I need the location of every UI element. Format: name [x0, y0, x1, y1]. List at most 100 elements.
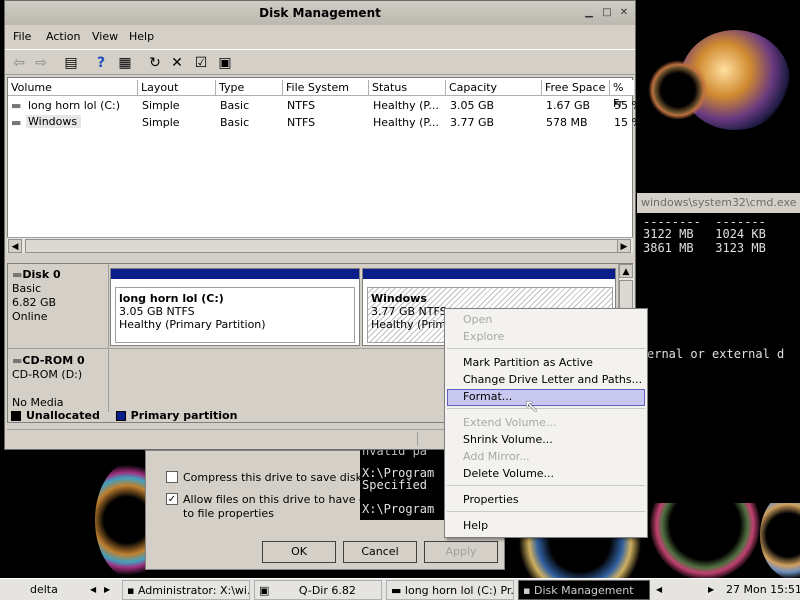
col-type[interactable]: Type — [216, 80, 283, 96]
taskbar-item-delta[interactable]: delta — [26, 580, 86, 600]
scroll-thumb[interactable] — [25, 239, 625, 253]
col-capacity[interactable]: Capacity — [446, 80, 542, 96]
taskbar-item-qdir-label: Q-Dir 6.82 — [298, 584, 356, 597]
disk-0-name: Disk 0 — [22, 268, 61, 281]
col-volume[interactable]: Volume — [8, 80, 138, 96]
menu-item-open[interactable]: Open — [463, 313, 492, 326]
arrow-right-icon[interactable]: ▶ — [708, 580, 714, 600]
menu-action[interactable]: Action — [46, 30, 80, 43]
help-icon[interactable]: ? — [91, 53, 111, 73]
menu-bar: File Action View Help — [5, 26, 635, 48]
menu-view[interactable]: View — [92, 30, 118, 43]
horizontal-scrollbar[interactable]: ◀ ▶ — [7, 237, 633, 253]
menu-item-mark-active[interactable]: Mark Partition as Active — [463, 356, 593, 369]
properties-icon[interactable]: ▦ — [115, 53, 135, 73]
check-icon[interactable]: ☑ — [191, 53, 211, 73]
menu-item-format[interactable]: Format... — [463, 390, 512, 403]
cell-free-space: 578 MB — [546, 116, 588, 129]
drive-icon: ▬ — [11, 99, 22, 112]
cell-volume: Windows — [26, 115, 82, 128]
cell-status: Healthy (P... — [373, 99, 439, 112]
cell-file-system: NTFS — [287, 99, 316, 112]
menu-item-properties[interactable]: Properties — [463, 493, 519, 506]
table-row[interactable]: ▬ Windows Simple Basic NTFS Healthy (P..… — [8, 114, 642, 131]
scroll-left-icon[interactable]: ◀ — [8, 239, 22, 253]
partition-bar — [111, 269, 359, 279]
cdrom-0-name: CD-ROM 0 — [22, 354, 85, 367]
cmd-line: X:\Program — [362, 502, 435, 516]
partition-c-name: long horn lol (C:) — [119, 292, 224, 305]
cell-layout: Simple — [142, 99, 180, 112]
menu-item-help[interactable]: Help — [463, 519, 488, 532]
col-free-space[interactable]: Free Space — [542, 80, 610, 96]
taskbar-item-cmd[interactable]: ▪ Administrator: X:\wi... — [122, 580, 250, 600]
cell-percent-free: 15 % — [614, 116, 642, 129]
partition-windows-name: Windows — [371, 292, 427, 305]
col-percent-free[interactable]: % Fr — [610, 80, 634, 110]
window-title-text: Disk Management — [259, 6, 381, 20]
arrow-right-icon[interactable]: ▶ — [104, 580, 110, 600]
cancel-button[interactable]: Cancel — [343, 541, 417, 563]
menu-item-delete-volume[interactable]: Delete Volume... — [463, 467, 554, 480]
taskbar-item-qdir[interactable]: ▣ Q-Dir 6.82 — [254, 580, 382, 600]
disk-0-state: Online — [12, 310, 48, 323]
desktop-bubble — [648, 60, 708, 120]
cell-free-space: 1.67 GB — [546, 99, 591, 112]
cmd-line: 3861 MB 3123 MB — [643, 241, 766, 255]
maximize-icon[interactable]: □ — [601, 7, 613, 19]
compress-checkbox[interactable] — [166, 471, 178, 483]
divider — [417, 432, 418, 446]
partition-c-size: 3.05 GB NTFS — [119, 305, 195, 318]
arrow-left-icon[interactable]: ◀ — [656, 580, 662, 600]
ok-button[interactable]: OK — [262, 541, 336, 563]
drive-icon: ▬ — [391, 584, 402, 597]
col-file-system[interactable]: File System — [283, 80, 369, 96]
cell-type: Basic — [220, 99, 250, 112]
table-row[interactable]: ▬ long horn lol (C:) Simple Basic NTFS H… — [8, 97, 642, 114]
cmd-title[interactable]: windows\system32\cmd.exe — [637, 193, 800, 213]
delete-icon[interactable]: ✕ — [167, 53, 187, 73]
col-layout[interactable]: Layout — [138, 80, 216, 96]
menu-help[interactable]: Help — [129, 30, 154, 43]
forward-icon[interactable]: ⇨ — [31, 53, 51, 73]
menu-item-extend-volume[interactable]: Extend Volume... — [463, 416, 556, 429]
window-title[interactable]: Disk Management ▁ □ ✕ — [5, 1, 635, 25]
menu-separator — [447, 511, 645, 512]
clock[interactable]: 27 Mon 15:51 — [722, 580, 800, 600]
cmd-line: ernal or external d — [647, 347, 785, 361]
legend: Unallocated Primary partition — [11, 409, 311, 425]
scroll-right-icon[interactable]: ▶ — [617, 239, 631, 253]
cmd-line: 3122 MB 1024 KB — [643, 227, 766, 241]
console-tree-icon[interactable]: ▤ — [61, 53, 81, 73]
cell-volume: long horn lol (C:) — [28, 99, 121, 112]
scroll-up-icon[interactable]: ▲ — [619, 264, 633, 278]
close-icon[interactable]: ✕ — [618, 7, 630, 19]
partition-c[interactable]: long horn lol (C:) 3.05 GB NTFS Healthy … — [110, 268, 360, 346]
menu-separator — [447, 408, 645, 409]
legend-unallocated-swatch — [11, 411, 21, 421]
disk-0-info[interactable]: ▬Disk 0 Basic 6.82 GB Online — [12, 268, 108, 346]
menu-file[interactable]: File — [13, 30, 31, 43]
cdrom-0-drive: CD-ROM (D:) — [12, 368, 83, 381]
apply-button[interactable]: Apply — [424, 541, 498, 563]
menu-item-shrink-volume[interactable]: Shrink Volume... — [463, 433, 553, 446]
disk-management-icon: ▪ — [523, 584, 531, 597]
settings-icon[interactable]: ▣ — [215, 53, 235, 73]
menu-item-change-drive-letter[interactable]: Change Drive Letter and Paths... — [463, 373, 642, 386]
arrow-left-icon[interactable]: ◀ — [90, 580, 96, 600]
col-status[interactable]: Status — [369, 80, 446, 96]
minimize-icon[interactable]: ▁ — [583, 7, 595, 19]
cdrom-0-info[interactable]: ▬CD-ROM 0 CD-ROM (D:) No Media — [12, 354, 108, 410]
refresh-icon[interactable]: ↻ — [145, 53, 165, 73]
toolbar: ⇦ ⇨ ▤ ? ▦ ↻ ✕ ☑ ▣ — [5, 49, 635, 75]
disk-0-size: 6.82 GB — [12, 296, 57, 309]
cmd-window[interactable]: windows\system32\cmd.exe -------- ------… — [637, 193, 800, 503]
taskbar-item-properties[interactable]: ▬ long horn lol (C:) Pr... — [386, 580, 514, 600]
drive-icon: ▬ — [11, 116, 22, 129]
legend-primary: Primary partition — [130, 409, 238, 422]
index-checkbox[interactable]: ✓ — [166, 493, 178, 505]
menu-item-explore[interactable]: Explore — [463, 330, 504, 343]
back-icon[interactable]: ⇦ — [9, 53, 29, 73]
menu-item-add-mirror[interactable]: Add Mirror... — [463, 450, 530, 463]
taskbar-item-disk-management[interactable]: ▪ Disk Management — [518, 580, 650, 600]
